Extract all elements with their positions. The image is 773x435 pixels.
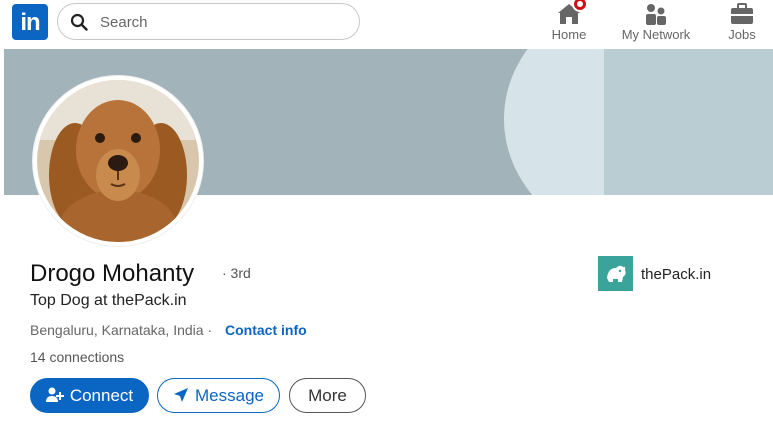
company-logo [598,256,633,291]
logo-text: in [20,9,40,36]
search-box[interactable] [57,3,360,40]
current-company[interactable]: thePack.in [598,256,738,292]
linkedin-logo[interactable]: in [12,4,48,40]
avatar[interactable] [33,76,203,246]
send-icon [174,388,188,403]
nav-jobs-label: Jobs [728,27,756,42]
network-icon [646,4,666,25]
nav-my-network-label: My Network [621,27,691,42]
connect-label: Connect [69,386,134,405]
dog-photo [37,80,199,242]
search-icon [70,13,88,31]
nav-home-label: Home [551,27,587,42]
briefcase-icon [731,3,753,24]
contact-info-link[interactable]: Contact info [225,322,307,338]
cover-decoration-right [604,49,773,195]
message-label: Message [195,386,264,405]
connect-button[interactable]: Connect [30,378,149,413]
company-name: thePack.in [641,266,712,283]
profile-location: Bengaluru, Karnataka, India · [30,322,213,338]
profile-name: Drogo Mohanty [30,260,195,287]
nav-my-network[interactable]: My Network [616,0,696,49]
top-nav: in Home My Network Jobs [0,0,773,49]
add-person-icon [45,387,64,403]
more-label: More [308,386,347,405]
connection-degree: · 3rd [222,265,251,281]
message-button[interactable]: Message [157,378,280,413]
pack-logo-icon [607,265,626,282]
search-input[interactable] [100,8,340,36]
connections-count[interactable]: 14 connections [30,349,124,365]
nav-jobs[interactable]: Jobs [722,0,762,49]
more-button[interactable]: More [289,378,366,413]
profile-headline: Top Dog at thePack.in [30,292,187,309]
